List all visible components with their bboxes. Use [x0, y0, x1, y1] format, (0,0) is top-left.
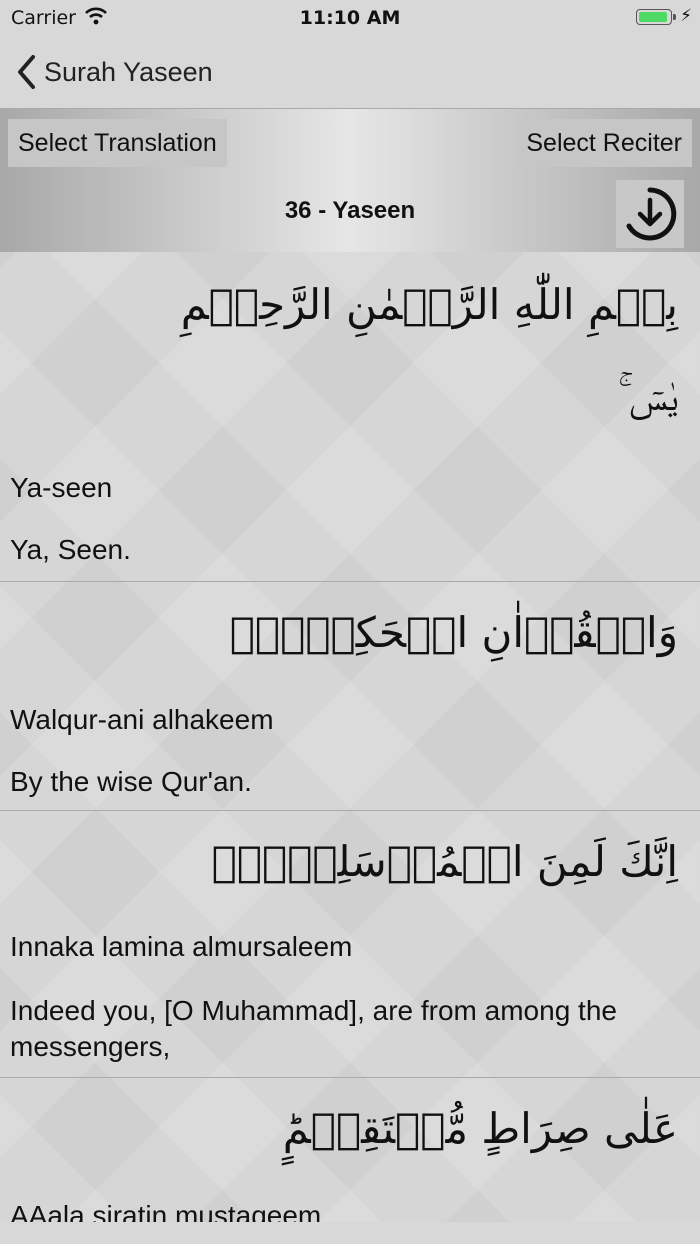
verse-translation: Indeed you, [O Muhammad], are from among… — [10, 995, 617, 1062]
verse-row[interactable]: وَالۡقُرۡاٰنِ الۡحَكِيۡمِۙ Walqur-ani al… — [0, 582, 700, 811]
battery-level — [639, 12, 667, 22]
verse-transliteration: Ya-seen — [10, 472, 113, 503]
verse-transliteration: Walqur-ani alhakeem — [10, 704, 274, 735]
navigation-bar: Surah Yaseen — [0, 36, 700, 109]
status-time: 11:10 AM — [299, 7, 401, 29]
verse-transliteration: Innaka lamina almursaleem — [10, 931, 353, 962]
bismillah-arabic: بِسۡمِ اللّٰهِ الرَّحۡمٰنِ الرَّحِيۡمِ — [180, 280, 678, 329]
verse-list[interactable]: بِسۡمِ اللّٰهِ الرَّحۡمٰنِ الرَّحِيۡمِ ي… — [0, 252, 700, 1222]
download-button[interactable] — [616, 180, 684, 248]
select-translation-button[interactable]: Select Translation — [8, 119, 227, 167]
verse-arabic: وَالۡقُرۡاٰنِ الۡحَكِيۡمِۙ — [229, 608, 678, 657]
back-button[interactable]: Surah Yaseen — [16, 50, 213, 94]
verse-row[interactable]: اِنَّكَ لَمِنَ الۡمُرۡسَلِيۡنَۙ Innaka l… — [0, 811, 700, 1078]
select-reciter-button[interactable]: Select Reciter — [516, 119, 692, 167]
bottom-bar — [0, 1222, 700, 1244]
verse-arabic: اِنَّكَ لَمِنَ الۡمُرۡسَلِيۡنَۙ — [211, 837, 678, 886]
verse-transliteration: AAala siratin mustaqeem — [10, 1200, 322, 1222]
charging-icon: ⚡ — [680, 6, 692, 26]
chevron-left-icon — [18, 55, 35, 89]
verse-row[interactable]: عَلٰى صِرَاطٍ مُّسۡتَقِيۡمٍؕ AAala sirat… — [0, 1078, 700, 1222]
surah-toolbar: Select Translation Select Reciter 36 - Y… — [0, 109, 700, 252]
surah-title: 36 - Yaseen — [284, 197, 416, 224]
verse-arabic: يٰسٓ‌ ۚ — [617, 371, 678, 420]
verse-row[interactable]: بِسۡمِ اللّٰهِ الرَّحۡمٰنِ الرَّحِيۡمِ ي… — [0, 252, 700, 582]
download-circle-icon — [626, 187, 677, 241]
verse-translation: By the wise Qur'an. — [10, 766, 252, 797]
verse-translation: Ya, Seen. — [10, 534, 131, 565]
verse-arabic: عَلٰى صِرَاطٍ مُّسۡتَقِيۡمٍؕ — [282, 1104, 678, 1153]
status-bar: Carrier 11:10 AM ⚡ — [0, 0, 700, 36]
battery-icon — [636, 9, 676, 25]
back-label: Surah Yaseen — [44, 56, 213, 87]
